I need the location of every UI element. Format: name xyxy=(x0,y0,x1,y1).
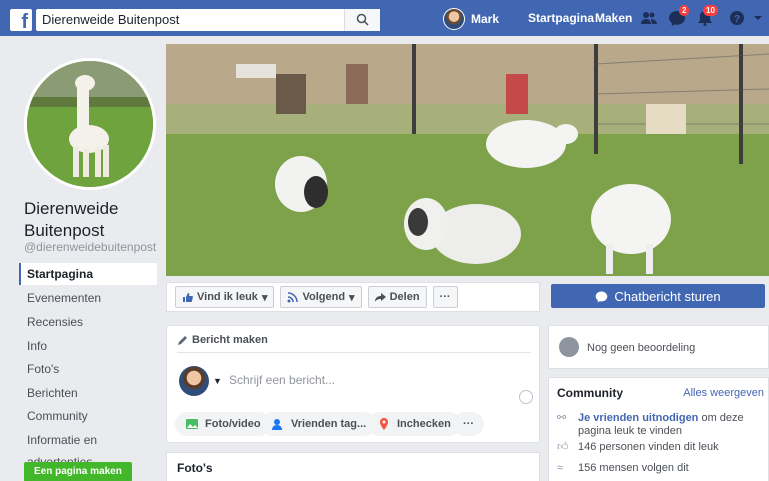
avatar xyxy=(443,8,465,30)
share-icon xyxy=(374,292,386,302)
divider xyxy=(177,352,531,353)
community-title: Community xyxy=(557,386,623,400)
more-actions-button[interactable]: ··· xyxy=(432,286,458,308)
photo-video-button[interactable]: Foto/video xyxy=(175,412,271,436)
sidebar-item-home[interactable]: Startpagina xyxy=(19,263,157,285)
pencil-icon xyxy=(178,335,187,345)
follow-button-label: Volgend xyxy=(302,291,346,303)
photos-section: Foto's xyxy=(166,452,540,481)
sidebar-item-reviews[interactable]: Recensies xyxy=(19,311,157,333)
facebook-logo-icon[interactable]: f xyxy=(10,9,32,31)
search-input[interactable]: Dierenweide Buitenpost xyxy=(36,9,380,31)
user-name: Mark xyxy=(471,12,500,26)
likes-count: 146 personen vinden dit leuk xyxy=(578,441,719,453)
invite-friends-link[interactable]: Je vrienden uitnodigen xyxy=(578,412,698,424)
search-icon xyxy=(356,13,369,26)
chevron-down-icon[interactable] xyxy=(752,10,764,26)
location-pin-icon xyxy=(380,418,388,430)
post-composer: Bericht maken ▼ Schrijf een bericht... F… xyxy=(166,325,540,443)
chevron-down-icon: ▾ xyxy=(261,291,268,304)
share-button-label: Delen xyxy=(389,291,420,303)
goats-cover-image xyxy=(166,44,769,276)
send-message-button[interactable]: Chatbericht sturen xyxy=(551,284,765,308)
thumbs-up-icon: 👍︎ xyxy=(557,441,569,453)
sidebar-item-photos[interactable]: Foto's xyxy=(19,358,157,380)
more-options-button[interactable]: ··· xyxy=(453,412,484,436)
photo-icon xyxy=(186,419,198,429)
sidebar-item-info[interactable]: Info xyxy=(19,335,157,357)
share-button[interactable]: Delen xyxy=(367,286,427,308)
home-link[interactable]: Startpagina xyxy=(528,11,594,25)
photos-section-title[interactable]: Foto's xyxy=(177,461,213,475)
emoji-icon[interactable] xyxy=(519,390,533,404)
tag-friends-icon xyxy=(272,419,282,430)
check-in-button[interactable]: Inchecken xyxy=(367,412,461,436)
create-page-button[interactable]: Een pagina maken xyxy=(24,462,132,481)
send-message-label: Chatbericht sturen xyxy=(614,288,721,304)
top-navigation-bar: f Dierenweide Buitenpost Mark Startpagin… xyxy=(0,0,769,36)
sidebar-item-events[interactable]: Evenementen xyxy=(19,287,157,309)
alpaca-photo xyxy=(27,61,153,187)
check-in-label: Inchecken xyxy=(397,418,451,430)
likes-row: 👍︎ 146 personen vinden dit leuk xyxy=(557,441,767,454)
create-post-tab[interactable]: Bericht maken xyxy=(177,334,268,346)
invite-friends-row: ⚯ Je vrienden uitnodigen om deze pagina … xyxy=(557,412,767,438)
messages-badge: 2 xyxy=(679,5,690,16)
rating-icon xyxy=(559,337,579,357)
chevron-down-icon[interactable]: ▼ xyxy=(213,376,222,386)
invite-friends-text: Je vrienden uitnodigen om deze pagina le… xyxy=(557,412,767,438)
search-button[interactable] xyxy=(344,9,380,31)
page-username[interactable]: @dierenweidebuitenpost xyxy=(24,240,156,254)
photo-video-label: Foto/video xyxy=(205,418,261,430)
invite-friends-icon: ⚯ xyxy=(557,412,567,424)
notifications-badge: 10 xyxy=(703,5,718,16)
sidebar-item-community[interactable]: Community xyxy=(19,405,157,427)
sidebar-item-posts[interactable]: Berichten xyxy=(19,382,157,404)
avatar xyxy=(179,366,209,396)
create-link[interactable]: Maken xyxy=(595,11,632,25)
svg-text:?: ? xyxy=(734,14,740,25)
page-profile-picture[interactable] xyxy=(24,58,156,190)
like-button[interactable]: Vind ik leuk ▾ xyxy=(175,286,275,308)
cover-photo[interactable] xyxy=(166,44,769,276)
profile-link[interactable]: Mark xyxy=(443,8,499,30)
messenger-icon xyxy=(596,290,608,302)
thumbs-up-icon xyxy=(183,292,193,302)
help-icon[interactable]: ? xyxy=(728,10,746,26)
rating-text: Nog geen beoordeling xyxy=(587,342,696,354)
rss-icon xyxy=(287,291,299,302)
community-card: Community Alles weergeven ⚯ Je vrienden … xyxy=(548,377,769,481)
rss-icon: ≈ xyxy=(557,462,564,474)
page-title: Dierenweide Buitenpost xyxy=(24,199,119,240)
page-action-bar: Vind ik leuk ▾ Volgend ▾ Delen ··· xyxy=(166,282,540,312)
follow-button[interactable]: Volgend ▾ xyxy=(280,286,362,308)
chevron-down-icon: ▾ xyxy=(349,291,355,304)
follows-count: 156 mensen volgen dit xyxy=(578,462,689,474)
create-post-label: Bericht maken xyxy=(192,334,268,346)
like-button-label: Vind ik leuk xyxy=(197,291,258,303)
tag-friends-button[interactable]: Vrienden tag... xyxy=(261,412,377,436)
friend-requests-icon[interactable] xyxy=(640,10,658,26)
see-all-link[interactable]: Alles weergeven xyxy=(683,387,764,399)
tag-friends-label: Vrienden tag... xyxy=(291,418,367,430)
sidebar-item-info-and-ads[interactable]: Informatie en advertenties xyxy=(19,429,157,469)
post-text-input[interactable]: Schrijf een bericht... xyxy=(229,373,335,387)
follows-row: ≈ 156 mensen volgen dit xyxy=(557,462,767,475)
rating-card: Nog geen beoordeling xyxy=(548,325,769,369)
